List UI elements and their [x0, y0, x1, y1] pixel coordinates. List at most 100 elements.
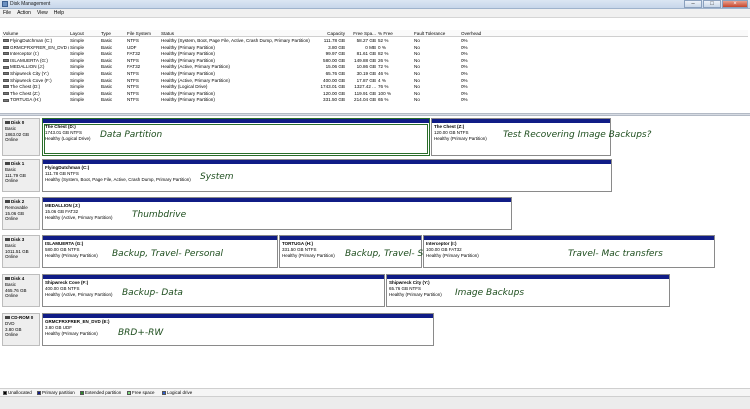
menu-action[interactable]: Action — [17, 9, 31, 17]
disk-icon — [5, 162, 10, 165]
table-row[interactable]: The Chest (Z:) Simple Basic NTFS Healthy (Pr… — [2, 91, 748, 97]
table-row[interactable]: The Chest (D:) Simple Basic NTFS Healthy (Lo… — [2, 84, 748, 90]
table-row[interactable]: Interceptor (I:) Simple Basic FAT32 Healthy … — [2, 51, 748, 57]
cell-text: Simple — [70, 57, 85, 63]
table-cell: 331.50 GB — [315, 97, 345, 103]
disk-status: Online — [5, 254, 19, 260]
disk-status: Online — [5, 216, 19, 222]
cell-text: No — [414, 57, 420, 63]
drive-icon — [3, 45, 9, 49]
table-cell: 10.86 GB — [347, 64, 376, 70]
table-row[interactable]: Shipwreck City (Y:) Simple Basic NTFS Health… — [2, 71, 748, 77]
cell-text: 0% — [461, 90, 468, 96]
pane-splitter[interactable] — [0, 113, 750, 116]
table-cell: Shipwreck Cove (F:) — [3, 78, 69, 84]
partition-info: MEDALLION (J:) 15.06 GB FAT32 Healthy (Act… — [45, 203, 113, 220]
window-controls: – □ × — [683, 0, 748, 8]
menu-help[interactable]: Help — [54, 9, 64, 17]
cell-text: Basic — [101, 44, 113, 50]
column-header[interactable]: Fault Tolerance — [414, 30, 459, 37]
table-cell: 111.78 GB — [315, 38, 345, 44]
drive-icon — [3, 72, 9, 76]
drive-icon — [3, 98, 9, 102]
title-bar: Disk Management – □ × — [0, 0, 750, 9]
table-cell: Simple — [70, 58, 100, 64]
partition-block[interactable]: GRMCFRXFRER_EN_DVD (E:) 3.80 GB UDF Health… — [42, 313, 434, 346]
column-header[interactable]: Overhead — [461, 30, 491, 37]
disk-label[interactable]: Disk 4 Basic 465.76 GB Online — [2, 274, 40, 307]
table-row[interactable]: TORTUGA (H:) Simple Basic NTFS Healthy (Prim… — [2, 97, 748, 103]
table-cell: NTFS — [127, 38, 160, 44]
table-cell: 0 MB — [347, 45, 376, 51]
cell-text: 149.88 GB — [354, 57, 376, 63]
column-header[interactable]: File System — [127, 30, 160, 37]
partition-status: Healthy (Logical Drive) — [45, 135, 91, 141]
table-cell: NTFS — [127, 97, 160, 103]
menu-view[interactable]: View — [37, 9, 48, 17]
cell-text: UDF — [127, 44, 137, 50]
partition-block[interactable]: Shipwreck Cove (F:) 400.00 GB NTFS Healthy… — [42, 274, 385, 307]
table-cell: Simple — [70, 51, 100, 57]
table-row[interactable]: Shipwreck Cove (F:) Simple Basic NTFS Health… — [2, 78, 748, 84]
cell-text: Basic — [101, 97, 113, 103]
disk-name-text: Disk 2 — [11, 199, 25, 204]
disk-icon — [5, 316, 10, 319]
cell-text: 580.00 GB — [323, 57, 345, 63]
table-row[interactable]: GRMCFRXFRER_EN_DVD (E:)Simple Basic UDF Hea… — [2, 45, 748, 51]
disk-icon — [5, 277, 10, 280]
table-cell: NTFS — [127, 71, 160, 77]
table-cell: The Chest (D:) — [3, 84, 69, 90]
cell-text: Interceptor (I:) — [10, 51, 39, 57]
minimize-button[interactable]: – — [684, 0, 702, 8]
table-cell: No — [414, 58, 459, 64]
column-header[interactable]: % Free — [378, 30, 412, 37]
table-cell: Basic — [101, 51, 126, 57]
cell-text: Simple — [70, 38, 85, 43]
disk-label[interactable]: Disk 0 Basic 1863.02 GB Online — [2, 118, 40, 156]
table-cell: NTFS — [127, 91, 160, 97]
column-header[interactable]: Type — [101, 30, 126, 37]
partition-info: The Chest (D:) 1743.01 GB NTFS Healthy (Lo… — [45, 124, 91, 141]
maximize-button[interactable]: □ — [703, 0, 721, 8]
partition-status: Healthy (Active, Primary Partition) — [45, 291, 113, 297]
partition-block[interactable]: FlyingDutchman (C:) 111.78 GB NTFS Healthy… — [42, 159, 612, 192]
cell-text: MEDALLION (J:) — [10, 64, 45, 70]
close-button[interactable]: × — [722, 0, 748, 8]
menu-bar: File Action View Help — [0, 9, 750, 18]
column-header[interactable]: Layout — [70, 30, 100, 37]
table-cell: Basic — [101, 38, 126, 44]
disk-icon — [5, 121, 10, 124]
table-row[interactable]: MEDALLION (J:) Simple Basic FAT32 Healthy (A… — [2, 64, 748, 70]
disk-label[interactable]: Disk 3 Basic 1011.51 GB Online — [2, 235, 40, 268]
cell-text: Healthy (Primary Partition) — [161, 44, 215, 50]
disk-label[interactable]: Disk 1 Basic 111.79 GB Online — [2, 159, 40, 192]
column-header[interactable]: Free Spa... — [347, 30, 376, 37]
legend-label: Extended partition — [85, 390, 122, 395]
column-header[interactable]: Status — [161, 30, 314, 37]
partition-block[interactable]: MEDALLION (J:) 15.06 GB FAT32 Healthy (Act… — [42, 197, 512, 230]
handwritten-annotation: Thumbdrive — [132, 210, 187, 220]
cell-text: 46 % — [378, 71, 389, 76]
column-header[interactable]: Volume — [3, 30, 69, 37]
disk-label[interactable]: Disk 2 Removable 15.06 GB Online — [2, 197, 40, 230]
legend: Unallocated Primary partition Extended par… — [0, 388, 750, 396]
menu-file[interactable]: File — [3, 9, 11, 17]
cell-text: 0% — [461, 44, 468, 50]
table-cell: 0% — [461, 51, 491, 57]
table-cell: No — [414, 97, 459, 103]
partition-block[interactable]: Shipwreck City (Y:) 65.76 GB NTFS Healthy … — [386, 274, 670, 307]
table-cell: 0% — [461, 38, 491, 44]
table-cell: Simple — [70, 91, 100, 97]
column-header[interactable]: Capacity — [315, 30, 345, 37]
table-row[interactable]: ISLAMUERTA (G:) Simple Basic NTFS Healthy (P… — [2, 58, 748, 64]
cell-text: Healthy (System, Boot, Page File, Active… — [161, 38, 310, 43]
cell-text: No — [414, 77, 420, 83]
table-cell: No — [414, 71, 459, 77]
table-row[interactable]: FlyingDutchman (C:) Simple Basic NTFS Health… — [2, 38, 748, 44]
disk-label[interactable]: CD-ROM 0 DVD 3.80 GB Online — [2, 313, 40, 346]
table-cell: 1743.01 GB — [315, 84, 345, 90]
cell-text: 0 % — [378, 44, 386, 50]
table-cell: 119.91 GB — [347, 91, 376, 97]
table-cell: 149.88 GB — [347, 58, 376, 64]
partition-name: GRMCFRXFRER_EN_DVD (E:) — [45, 319, 110, 324]
